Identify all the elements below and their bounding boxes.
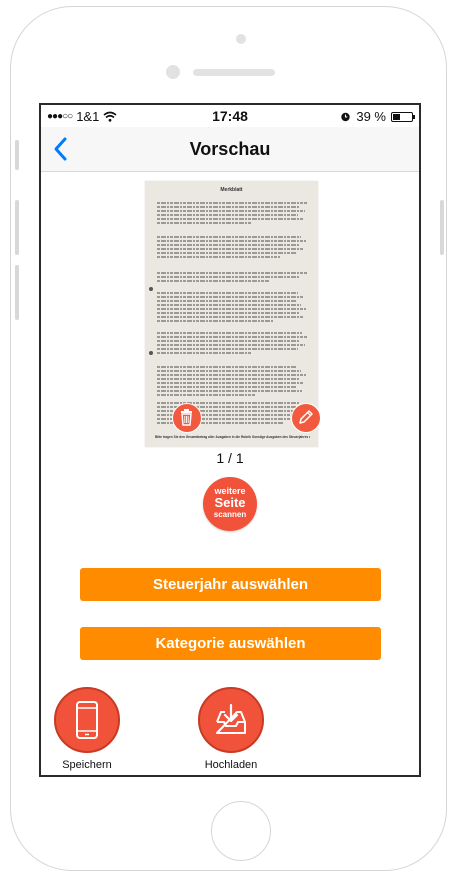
front-camera [236,34,246,44]
volume-up-button [15,200,19,255]
smartphone-icon [76,701,98,739]
document-title: Merkblatt [220,187,243,193]
page-title: Vorschau [189,139,271,159]
status-bar: ●●●○○ 1&1 17:48 39 % [41,105,419,127]
edit-page-button[interactable] [291,403,321,433]
battery-icon [391,111,415,122]
scan-more-page-button[interactable]: weitere Seite scannen [203,477,257,531]
volume-down-button [15,265,19,320]
save-button[interactable] [54,687,120,753]
home-button[interactable] [211,801,271,861]
trash-icon [181,409,192,426]
document-footer-text: Bitte tragen Sie den Gesamtbetrag aller … [155,435,310,439]
power-button [440,200,444,255]
earpiece-speaker [193,69,275,76]
page-indicator: 1 / 1 [216,450,244,466]
navigation-bar: Vorschau [41,127,419,172]
upload-label: Hochladen [204,759,258,771]
pencil-icon [299,410,313,424]
select-tax-year-button[interactable]: Steuerjahr auswählen [80,568,381,601]
mute-switch [15,140,19,170]
delete-page-button[interactable] [172,403,202,433]
inbox-download-icon [216,703,246,734]
scan-more-line3: scannen [213,510,247,519]
select-category-button[interactable]: Kategorie auswählen [80,627,381,660]
proximity-sensor [166,65,180,79]
upload-button[interactable] [198,687,264,753]
save-label: Speichern [62,759,112,771]
alarm-icon [341,112,351,122]
scan-more-line2: Seite [214,495,246,510]
app-screen: ●●●○○ 1&1 17:48 39 % Vorschau Merkblatt … [39,103,421,777]
battery-percent: 39 % [356,109,386,124]
